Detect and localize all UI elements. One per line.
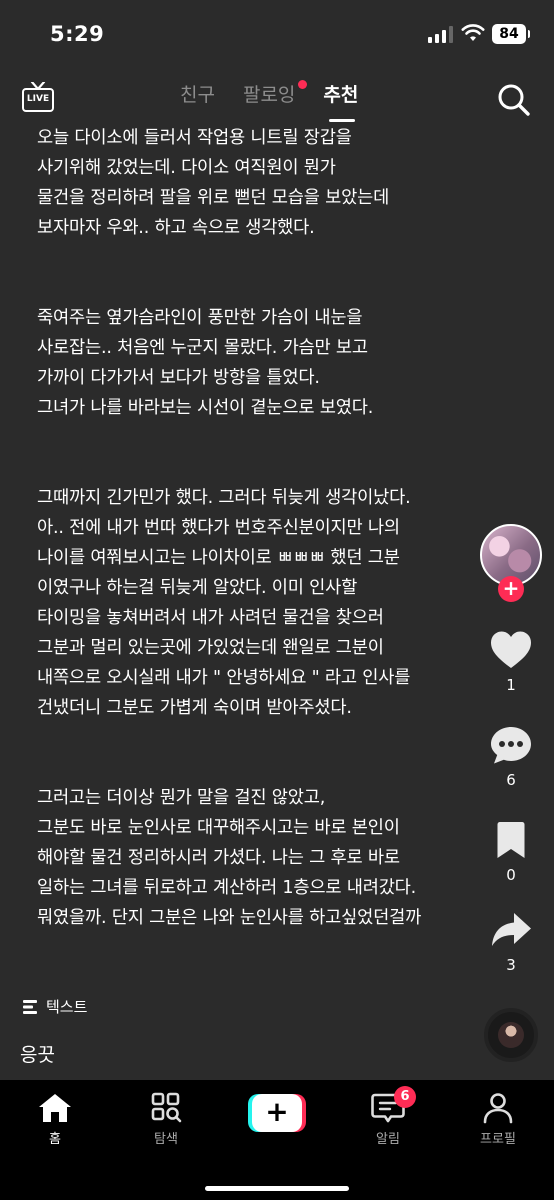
music-cover bbox=[498, 1022, 524, 1048]
comment-button[interactable]: 6 bbox=[478, 725, 544, 789]
share-count: 3 bbox=[506, 956, 516, 974]
share-arrow-icon bbox=[492, 913, 531, 946]
battery-indicator: 84 bbox=[492, 24, 530, 44]
status-bar: 5:29 84 bbox=[0, 0, 554, 70]
like-button[interactable]: 1 bbox=[478, 630, 544, 694]
inbox-badge: 6 bbox=[394, 1086, 416, 1108]
bookmark-count: 0 bbox=[506, 866, 516, 884]
cellular-signal-icon bbox=[428, 26, 454, 43]
nav-home-label: 홈 bbox=[49, 1132, 61, 1147]
create-button[interactable]: + bbox=[248, 1094, 306, 1132]
text-lines-icon bbox=[23, 999, 37, 1014]
bookmark-button[interactable]: 0 bbox=[478, 820, 544, 884]
new-content-dot bbox=[298, 80, 308, 89]
caption-paragraph-2: 죽여주는 옆가슴라인이 풍만한 가슴이 내눈을 사로잡는.. 처음엔 누군지 몰… bbox=[37, 308, 374, 418]
search-icon[interactable] bbox=[496, 82, 532, 118]
home-icon bbox=[39, 1094, 71, 1122]
text-post-tag: 텍스트 bbox=[22, 996, 87, 1017]
caption-paragraph-4: 그러고는 더이상 뭔가 말을 걸진 않았고, 그분도 바로 눈인사로 대꾸해주시… bbox=[37, 788, 422, 928]
heart-icon bbox=[491, 631, 531, 668]
plus-icon: + bbox=[252, 1094, 302, 1132]
caption-paragraph-3: 그때까지 긴가민가 했다. 그러다 뒤늦게 생각이났다. 아.. 전에 내가 번… bbox=[37, 488, 411, 718]
text-post-label: 텍스트 bbox=[46, 998, 88, 1016]
nav-inbox[interactable]: 알림 6 bbox=[348, 1086, 428, 1147]
wifi-icon bbox=[461, 24, 485, 41]
nav-profile[interactable]: 프로필 bbox=[458, 1092, 538, 1147]
video-screen: 5:29 84 LIVE 친구 팔로잉 추천 오늘 다이소에 들러서 작업용 니… bbox=[0, 0, 554, 1200]
share-button[interactable]: 3 bbox=[478, 910, 544, 974]
bookmark-icon bbox=[497, 822, 525, 858]
nav-inbox-label: 알림 bbox=[376, 1132, 400, 1147]
nav-explore[interactable]: 탐색 bbox=[126, 1092, 206, 1147]
status-time: 5:29 bbox=[50, 22, 105, 46]
nav-home[interactable]: 홈 bbox=[15, 1092, 95, 1147]
home-indicator[interactable] bbox=[205, 1186, 349, 1191]
follow-button[interactable]: + bbox=[498, 576, 524, 602]
nav-profile-label: 프로필 bbox=[480, 1132, 516, 1147]
caption-paragraph-1: 오늘 다이소에 들러서 작업용 니트릴 장갑을 사기위해 갔었는데. 다이소 여… bbox=[37, 128, 390, 238]
comment-count: 6 bbox=[506, 771, 516, 789]
explore-icon bbox=[151, 1092, 182, 1123]
like-count: 1 bbox=[506, 676, 516, 694]
bottom-navigation: 홈 탐색 + 알림 6 프로필 bbox=[0, 1080, 554, 1200]
nav-explore-label: 탐색 bbox=[154, 1132, 178, 1147]
comment-icon bbox=[491, 727, 531, 764]
profile-icon bbox=[483, 1093, 513, 1124]
post-text-content: 오늘 다이소에 들러서 작업용 니트릴 장갑을 사기위해 갔었는데. 다이소 여… bbox=[37, 93, 477, 963]
music-disc[interactable] bbox=[484, 1008, 538, 1062]
creator-username[interactable]: 응끗 bbox=[20, 1040, 55, 1067]
